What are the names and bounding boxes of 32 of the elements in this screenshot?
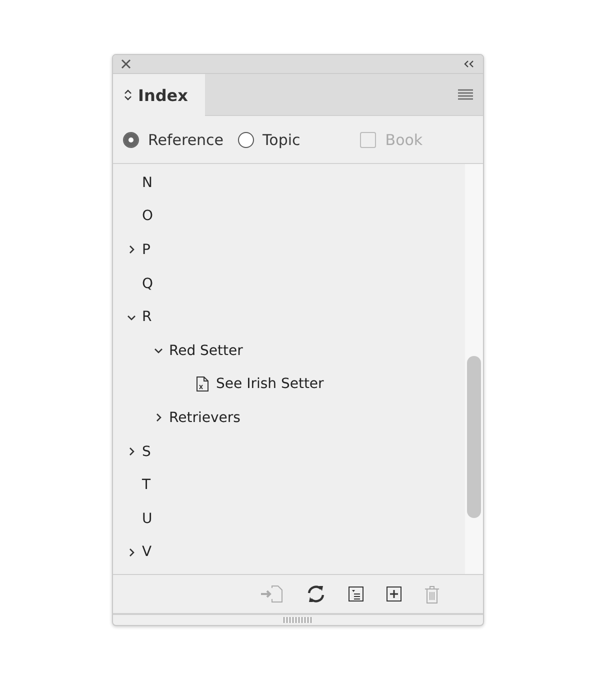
add-icon[interactable]	[386, 586, 402, 602]
tab-label: Index	[138, 86, 188, 104]
tree-item[interactable]: V	[113, 536, 465, 570]
chevron-icon[interactable]	[127, 312, 136, 322]
chevron-icon[interactable]	[127, 548, 136, 557]
tree-item[interactable]: N	[113, 166, 465, 200]
tree-item[interactable]: R	[113, 300, 465, 334]
radio-option[interactable]: Reference	[123, 130, 224, 148]
panel-tab[interactable]: Index	[113, 74, 205, 116]
tree-item[interactable]: Red Setter	[113, 334, 465, 368]
list-page-icon[interactable]	[348, 586, 364, 602]
resize-grip-icon[interactable]	[283, 617, 313, 623]
radio-option[interactable]: Topic	[238, 130, 300, 148]
tree-item[interactable]: U	[113, 502, 465, 536]
tree-item[interactable]: Retrievers	[113, 401, 465, 435]
collapse-icon[interactable]	[463, 60, 474, 68]
tree-item[interactable]: P	[113, 233, 465, 267]
chevron-icon[interactable]	[127, 245, 136, 254]
updown-icon	[124, 89, 132, 101]
chevron-icon[interactable]	[154, 346, 163, 356]
scrollbar-thumb[interactable]	[467, 356, 481, 518]
close-icon[interactable]	[121, 59, 131, 69]
tree-item[interactable]: S	[113, 434, 465, 468]
menu-icon[interactable]	[458, 89, 473, 100]
tree-item[interactable]: Q	[113, 266, 465, 300]
tree-item[interactable]: T	[113, 468, 465, 502]
document-icon	[196, 376, 209, 392]
tree-item[interactable]: See Irish Setter	[113, 368, 465, 402]
chevron-icon[interactable]	[127, 447, 136, 456]
refresh-icon[interactable]	[306, 584, 326, 604]
tree-item[interactable]: O	[113, 200, 465, 234]
chevron-icon[interactable]	[154, 413, 163, 422]
